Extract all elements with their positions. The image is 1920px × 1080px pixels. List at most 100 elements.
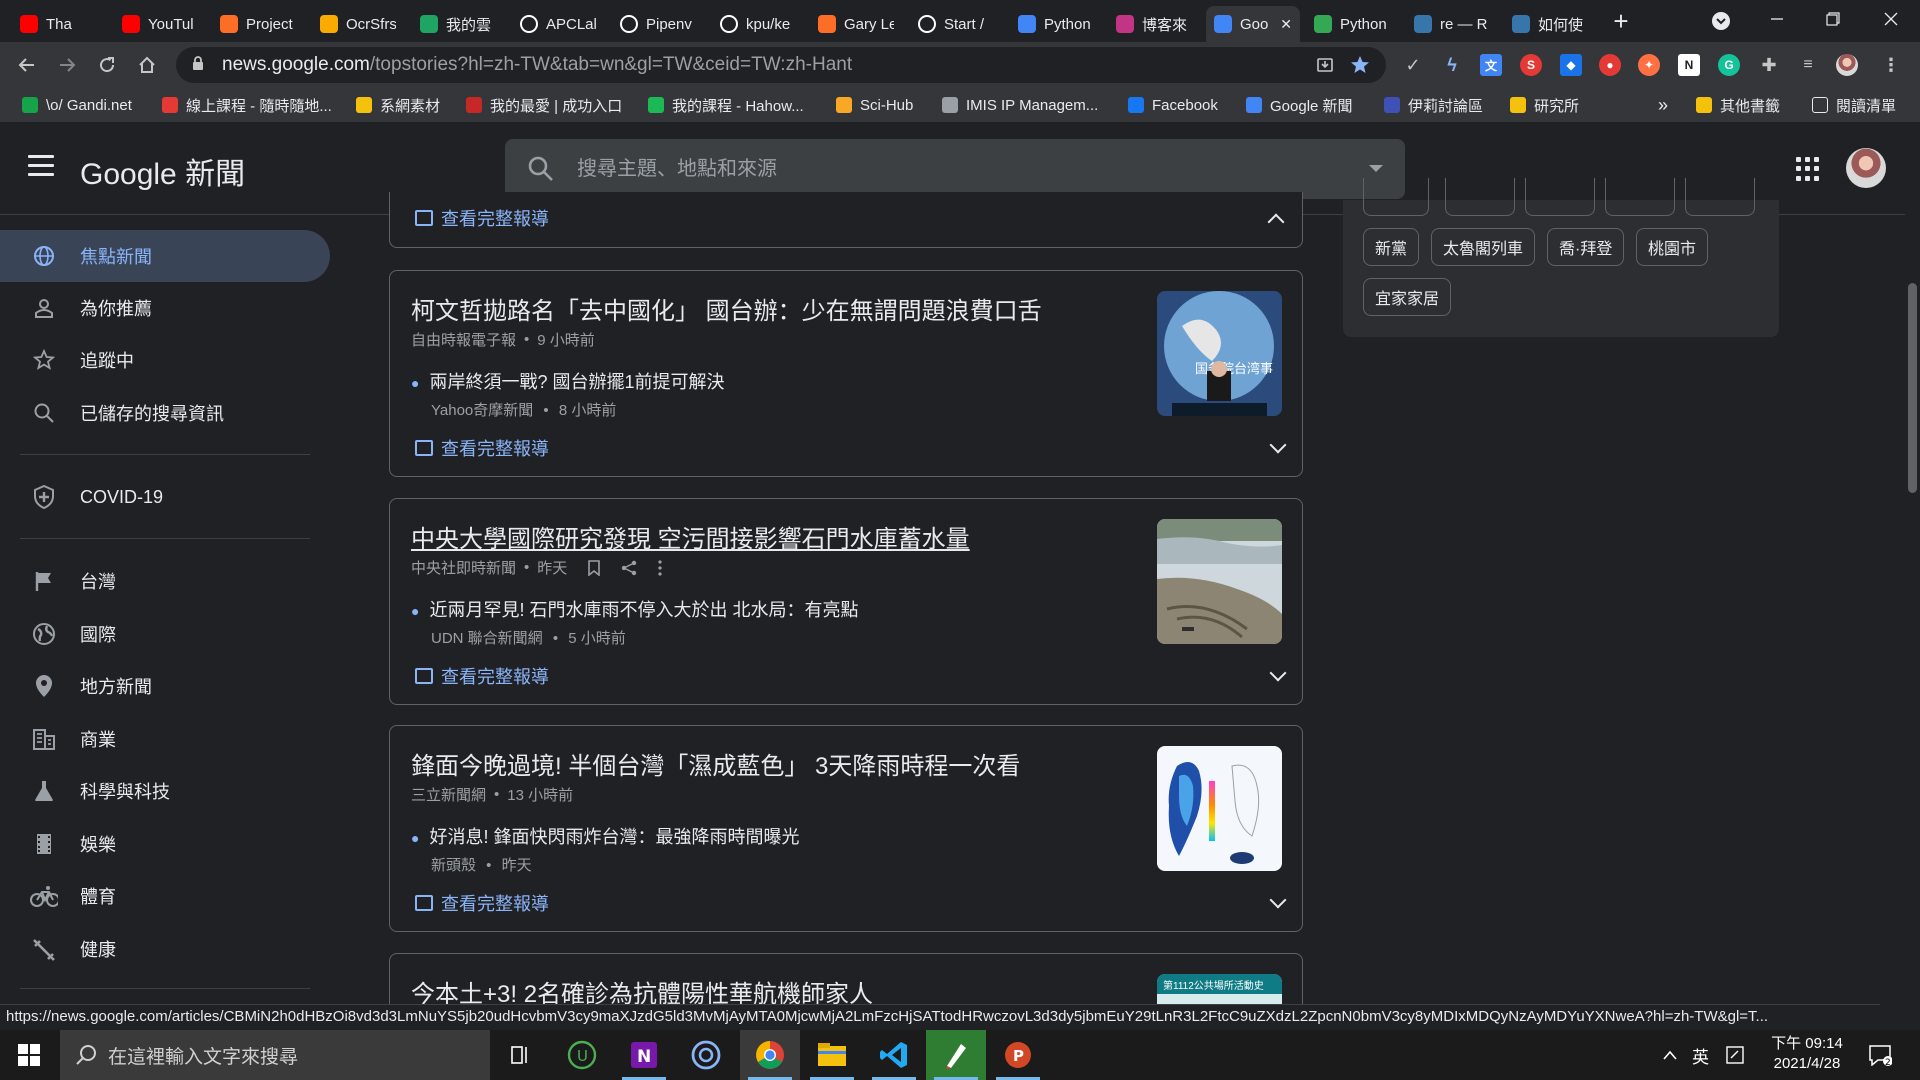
file-explorer-icon[interactable] — [802, 1030, 862, 1080]
chrome-app-icon[interactable] — [740, 1030, 800, 1080]
story-headline[interactable]: 鋒面今晚過境! 半個台灣「濕成藍色」 3天降雨時程一次看 — [411, 746, 1020, 781]
full-coverage-link[interactable]: 查看完整報導 — [415, 435, 549, 461]
related-story[interactable]: ● 兩岸終須一戰? 國台辦擺1前提可解決 — [411, 368, 725, 394]
windows-start-icon[interactable] — [0, 1030, 58, 1080]
extensions-puzzle-icon[interactable]: ✚ — [1758, 54, 1780, 76]
browser-tab[interactable]: Gary Le — [810, 6, 902, 42]
press-conference-image[interactable]: 国务院台湾事 — [1157, 291, 1282, 416]
browser-tab[interactable]: YouTul — [114, 6, 206, 42]
related-story-source[interactable]: 新頭殼 — [431, 857, 476, 874]
topic-chip-partial[interactable] — [1363, 178, 1429, 216]
expand-chevron-icon[interactable] — [1269, 664, 1287, 682]
related-story-source[interactable]: UDN 聯合新聞網 — [431, 630, 543, 647]
topic-chip-partial[interactable] — [1525, 178, 1595, 216]
nav-item[interactable]: 台灣 — [0, 555, 330, 607]
story-headline[interactable]: 中央大學國際研究發現 空污間接影響石門水庫蓄水量 — [411, 519, 970, 554]
bookmark-item[interactable]: 我的最愛 | 成功入口 — [466, 94, 622, 116]
s-extension-icon[interactable]: S — [1520, 54, 1542, 76]
media-control-icon[interactable]: ≡ — [1797, 54, 1819, 76]
related-story-title[interactable]: 近兩月罕見! 石門水庫雨不停入大於出 北水局：有亮點 — [429, 600, 858, 620]
vscode-app-icon[interactable] — [864, 1030, 924, 1080]
share-icon[interactable] — [621, 560, 637, 576]
bookmark-item[interactable]: \o/ Gandi.net — [22, 94, 132, 116]
bookmark-item[interactable]: 系網素材 — [356, 94, 440, 116]
related-story-source[interactable]: Yahoo奇摩新聞 — [431, 402, 533, 419]
other-bookmarks-folder[interactable]: 其他書籤 — [1696, 94, 1780, 116]
account-avatar[interactable] — [1846, 148, 1886, 188]
bookmark-item[interactable]: 研究所 — [1510, 94, 1579, 116]
close-tab-icon[interactable]: ✕ — [1280, 16, 1292, 33]
related-story[interactable]: ● 好消息! 鋒面快閃雨炸台灣：最強降雨時間曝光 — [411, 823, 799, 849]
onenote-app-icon[interactable]: N — [614, 1030, 674, 1080]
nav-item[interactable]: 娛樂 — [0, 818, 330, 870]
nav-item[interactable]: 健康 — [0, 923, 330, 975]
home-icon[interactable] — [132, 50, 162, 80]
fox-extension-icon[interactable]: ✦ — [1638, 54, 1660, 76]
translate-extension-icon[interactable]: 文 — [1480, 54, 1502, 76]
topic-chip-partial[interactable] — [1605, 178, 1675, 216]
grammarly-app-icon[interactable] — [676, 1030, 736, 1080]
back-icon[interactable] — [12, 50, 42, 80]
bookmark-item[interactable]: Sci-Hub — [836, 94, 913, 116]
lock-icon[interactable] — [192, 56, 208, 74]
bookmark-item[interactable]: 我的課程 - Hahow... — [648, 94, 804, 116]
new-tab-button[interactable]: + — [1606, 6, 1636, 36]
browser-tab[interactable]: APCLal — [512, 6, 604, 42]
story-card[interactable]: 鋒面今晚過境! 半個台灣「濕成藍色」 3天降雨時程一次看 三立新聞網 • 13 小時前… — [389, 725, 1303, 932]
page-scrollbar[interactable] — [1905, 123, 1920, 1004]
nav-item[interactable]: 科學與科技 — [0, 765, 330, 817]
nav-item[interactable]: 商業 — [0, 713, 330, 765]
forward-icon[interactable] — [52, 50, 82, 80]
browser-tab[interactable]: OcrSfrs — [312, 6, 404, 42]
browser-tab[interactable]: re — R — [1406, 6, 1498, 42]
nav-item[interactable]: 為你推薦 — [0, 282, 330, 334]
powerpoint-app-icon[interactable]: P — [988, 1030, 1048, 1080]
bookmark-item[interactable]: 線上課程 - 隨時隨地... — [162, 94, 332, 116]
expand-chevron-icon[interactable] — [1269, 891, 1287, 909]
profile-avatar[interactable] — [1836, 54, 1858, 76]
rain-map-image[interactable] — [1157, 746, 1282, 871]
record-extension-icon[interactable]: ● — [1599, 54, 1621, 76]
google-news-logo[interactable]: Google 新聞 — [80, 149, 245, 193]
nav-item[interactable]: 已儲存的搜尋資訊 — [0, 387, 330, 439]
topic-chip[interactable]: 太魯閣列車 — [1431, 228, 1536, 266]
bookmark-item[interactable]: Facebook — [1128, 94, 1218, 116]
browser-menu-icon[interactable]: ⋮ — [1880, 54, 1902, 76]
nav-item[interactable]: 體育 — [0, 870, 330, 922]
browser-tab[interactable]: 如何使 — [1504, 6, 1596, 42]
topic-chip[interactable]: 喬·拜登 — [1547, 228, 1625, 266]
nav-item[interactable]: 國際 — [0, 608, 330, 660]
nav-item[interactable]: COVID-19 — [0, 471, 330, 523]
notion-extension-icon[interactable]: N — [1678, 54, 1700, 76]
collapse-chevron-icon[interactable] — [1267, 213, 1285, 231]
bookmark-item[interactable]: IMIS IP Managem... — [942, 94, 1098, 116]
nav-item[interactable]: 焦點新聞 — [0, 230, 330, 282]
url-text[interactable]: news.google.com/topstories?hl=zh-TW&tab=… — [222, 54, 852, 76]
reload-icon[interactable] — [92, 50, 122, 80]
reservoir-image[interactable] — [1157, 519, 1282, 644]
story-headline[interactable]: 柯文哲拋路名「去中國化」 國台辦：少在無謂問題浪費口舌 — [411, 291, 1042, 326]
utools-app-icon[interactable]: U — [552, 1030, 612, 1080]
taskbar-search-box[interactable]: 在這裡輸入文字來搜尋 — [60, 1030, 490, 1080]
notifications-icon[interactable]: 2 — [1868, 1030, 1892, 1080]
nav-item[interactable]: 追蹤中 — [0, 334, 330, 386]
minimize-icon[interactable] — [1762, 4, 1792, 34]
bookmarks-overflow-button[interactable]: » — [1658, 94, 1668, 116]
browser-tab[interactable]: Pipenv — [612, 6, 704, 42]
nav-item[interactable]: 地方新聞 — [0, 660, 330, 712]
browser-tab[interactable]: Tha — [12, 6, 104, 42]
tab-search-icon[interactable] — [1706, 6, 1736, 36]
bookmark-icon[interactable] — [587, 559, 601, 576]
pen-app-icon[interactable] — [926, 1030, 986, 1080]
address-bar[interactable]: news.google.com/topstories?hl=zh-TW&tab=… — [176, 47, 1386, 83]
shield-extension-icon[interactable]: ◆ — [1560, 54, 1582, 76]
browser-tab[interactable]: Python — [1010, 6, 1102, 42]
install-app-icon[interactable] — [1316, 56, 1334, 79]
search-icon[interactable] — [527, 155, 555, 188]
scrollbar-thumb[interactable] — [1908, 283, 1917, 493]
related-story-title[interactable]: 兩岸終須一戰? 國台辦擺1前提可解決 — [429, 372, 724, 392]
taskbar-clock[interactable]: 下午 09:14 2021/4/28 — [1762, 1034, 1852, 1074]
bookmark-item[interactable]: 伊莉討論區 — [1384, 94, 1483, 116]
topic-chip[interactable]: 新黨 — [1363, 228, 1420, 266]
checkmark-extension-icon[interactable]: ✓ — [1402, 54, 1424, 76]
